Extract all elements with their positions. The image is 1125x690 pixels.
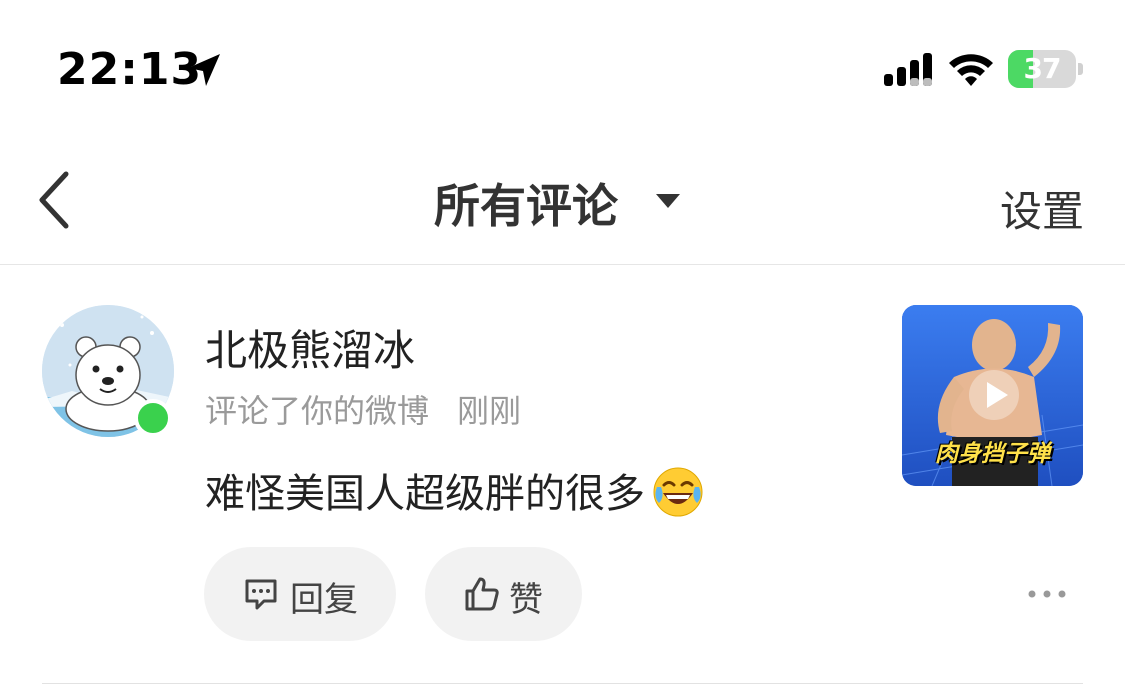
page-title[interactable]: 所有评论: [434, 170, 618, 236]
like-label: 赞: [509, 580, 543, 620]
battery-level-text: 37: [1023, 52, 1062, 85]
more-options-icon[interactable]: [1026, 585, 1068, 603]
dropdown-caret-icon[interactable]: [656, 192, 680, 210]
laughing-tears-emoji-icon: [653, 467, 703, 517]
divider: [42, 683, 1083, 684]
location-arrow-icon: [188, 54, 220, 86]
comment-username[interactable]: 北极熊溜冰: [205, 317, 415, 378]
nav-bar: 所有评论 设置: [0, 140, 1125, 265]
comment-bubble-icon: [245, 579, 277, 610]
status-time: 22:13: [57, 44, 203, 95]
reply-button[interactable]: 回复: [204, 547, 396, 641]
settings-button[interactable]: 设置: [1000, 178, 1084, 239]
back-chevron-icon[interactable]: [34, 170, 74, 230]
online-status-dot: [134, 399, 172, 437]
battery-charging-icon: 37: [1008, 50, 1084, 88]
thumbnail-caption: 肉身挡子弹: [935, 441, 1050, 467]
wifi-icon: [949, 54, 993, 86]
comment-time: 刚刚: [457, 392, 522, 430]
comment-meta: 评论了你的微博 刚刚: [205, 386, 521, 432]
comment-action: 评论了你的微博: [205, 392, 430, 430]
comment-text: 难怪美国人超级胖的很多: [205, 471, 645, 517]
status-bar: 22:13 37: [0, 0, 1125, 130]
comment-item: 北极熊溜冰 评论了你的微博 刚刚 难怪美国人超级胖的很多 肉身挡子弹 回复 赞: [0, 265, 1125, 685]
thumbs-up-icon: [465, 577, 499, 611]
cellular-signal-icon: [884, 53, 932, 86]
reply-label: 回复: [290, 580, 358, 620]
comment-body: 难怪美国人超级胖的很多: [205, 461, 705, 523]
weibo-thumbnail[interactable]: 肉身挡子弹: [902, 305, 1083, 486]
like-button[interactable]: 赞: [425, 547, 582, 641]
play-icon: [969, 370, 1019, 420]
